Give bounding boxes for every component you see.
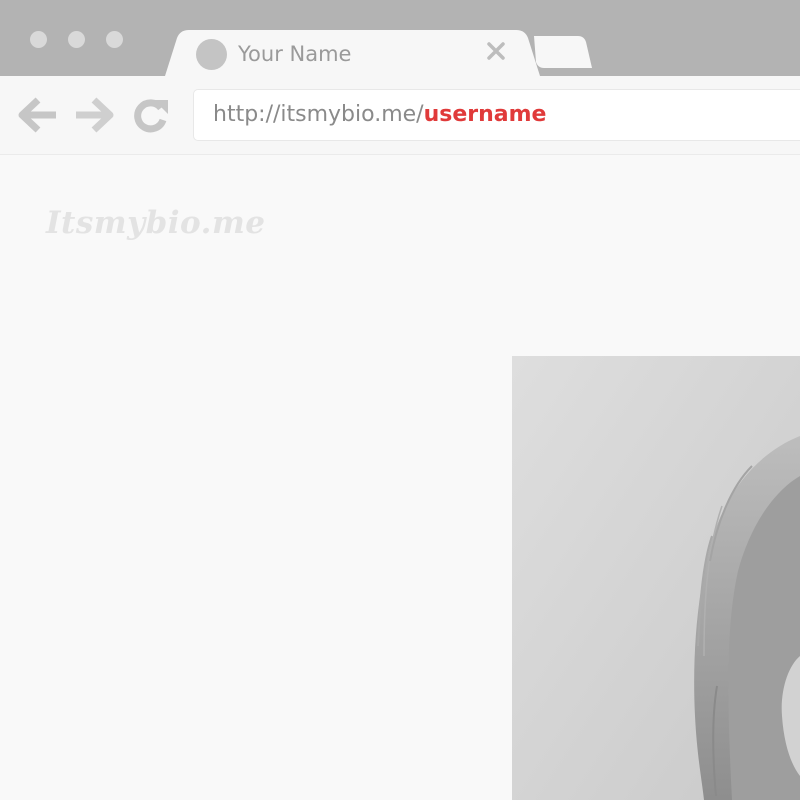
arrow-right-icon[interactable] bbox=[74, 96, 116, 134]
browser-title-bar: Your Name bbox=[0, 0, 800, 76]
window-minimize-dot[interactable] bbox=[68, 31, 85, 48]
new-tab-button[interactable] bbox=[530, 36, 594, 68]
browser-toolbar: http://itsmybio.me/username bbox=[0, 76, 800, 155]
profile-photo-image bbox=[512, 356, 800, 800]
browser-tab[interactable]: Your Name bbox=[165, 30, 540, 76]
site-logo[interactable]: Itsmybio.me bbox=[46, 205, 266, 241]
address-url: http://itsmybio.me/username bbox=[213, 102, 546, 127]
address-bar[interactable]: http://itsmybio.me/username bbox=[193, 89, 800, 141]
page-content: Itsmybio.me bbox=[0, 155, 800, 800]
reload-icon[interactable] bbox=[130, 96, 172, 134]
window-close-dot[interactable] bbox=[30, 31, 47, 48]
arrow-left-icon[interactable] bbox=[16, 96, 58, 134]
profile-photo bbox=[512, 356, 800, 800]
tab-favicon-icon bbox=[196, 39, 227, 70]
close-icon[interactable] bbox=[485, 40, 507, 62]
address-url-base: http://itsmybio.me/ bbox=[213, 102, 424, 127]
tab-title: Your Name bbox=[238, 42, 352, 66]
window-maximize-dot[interactable] bbox=[106, 31, 123, 48]
address-url-username: username bbox=[423, 102, 547, 127]
